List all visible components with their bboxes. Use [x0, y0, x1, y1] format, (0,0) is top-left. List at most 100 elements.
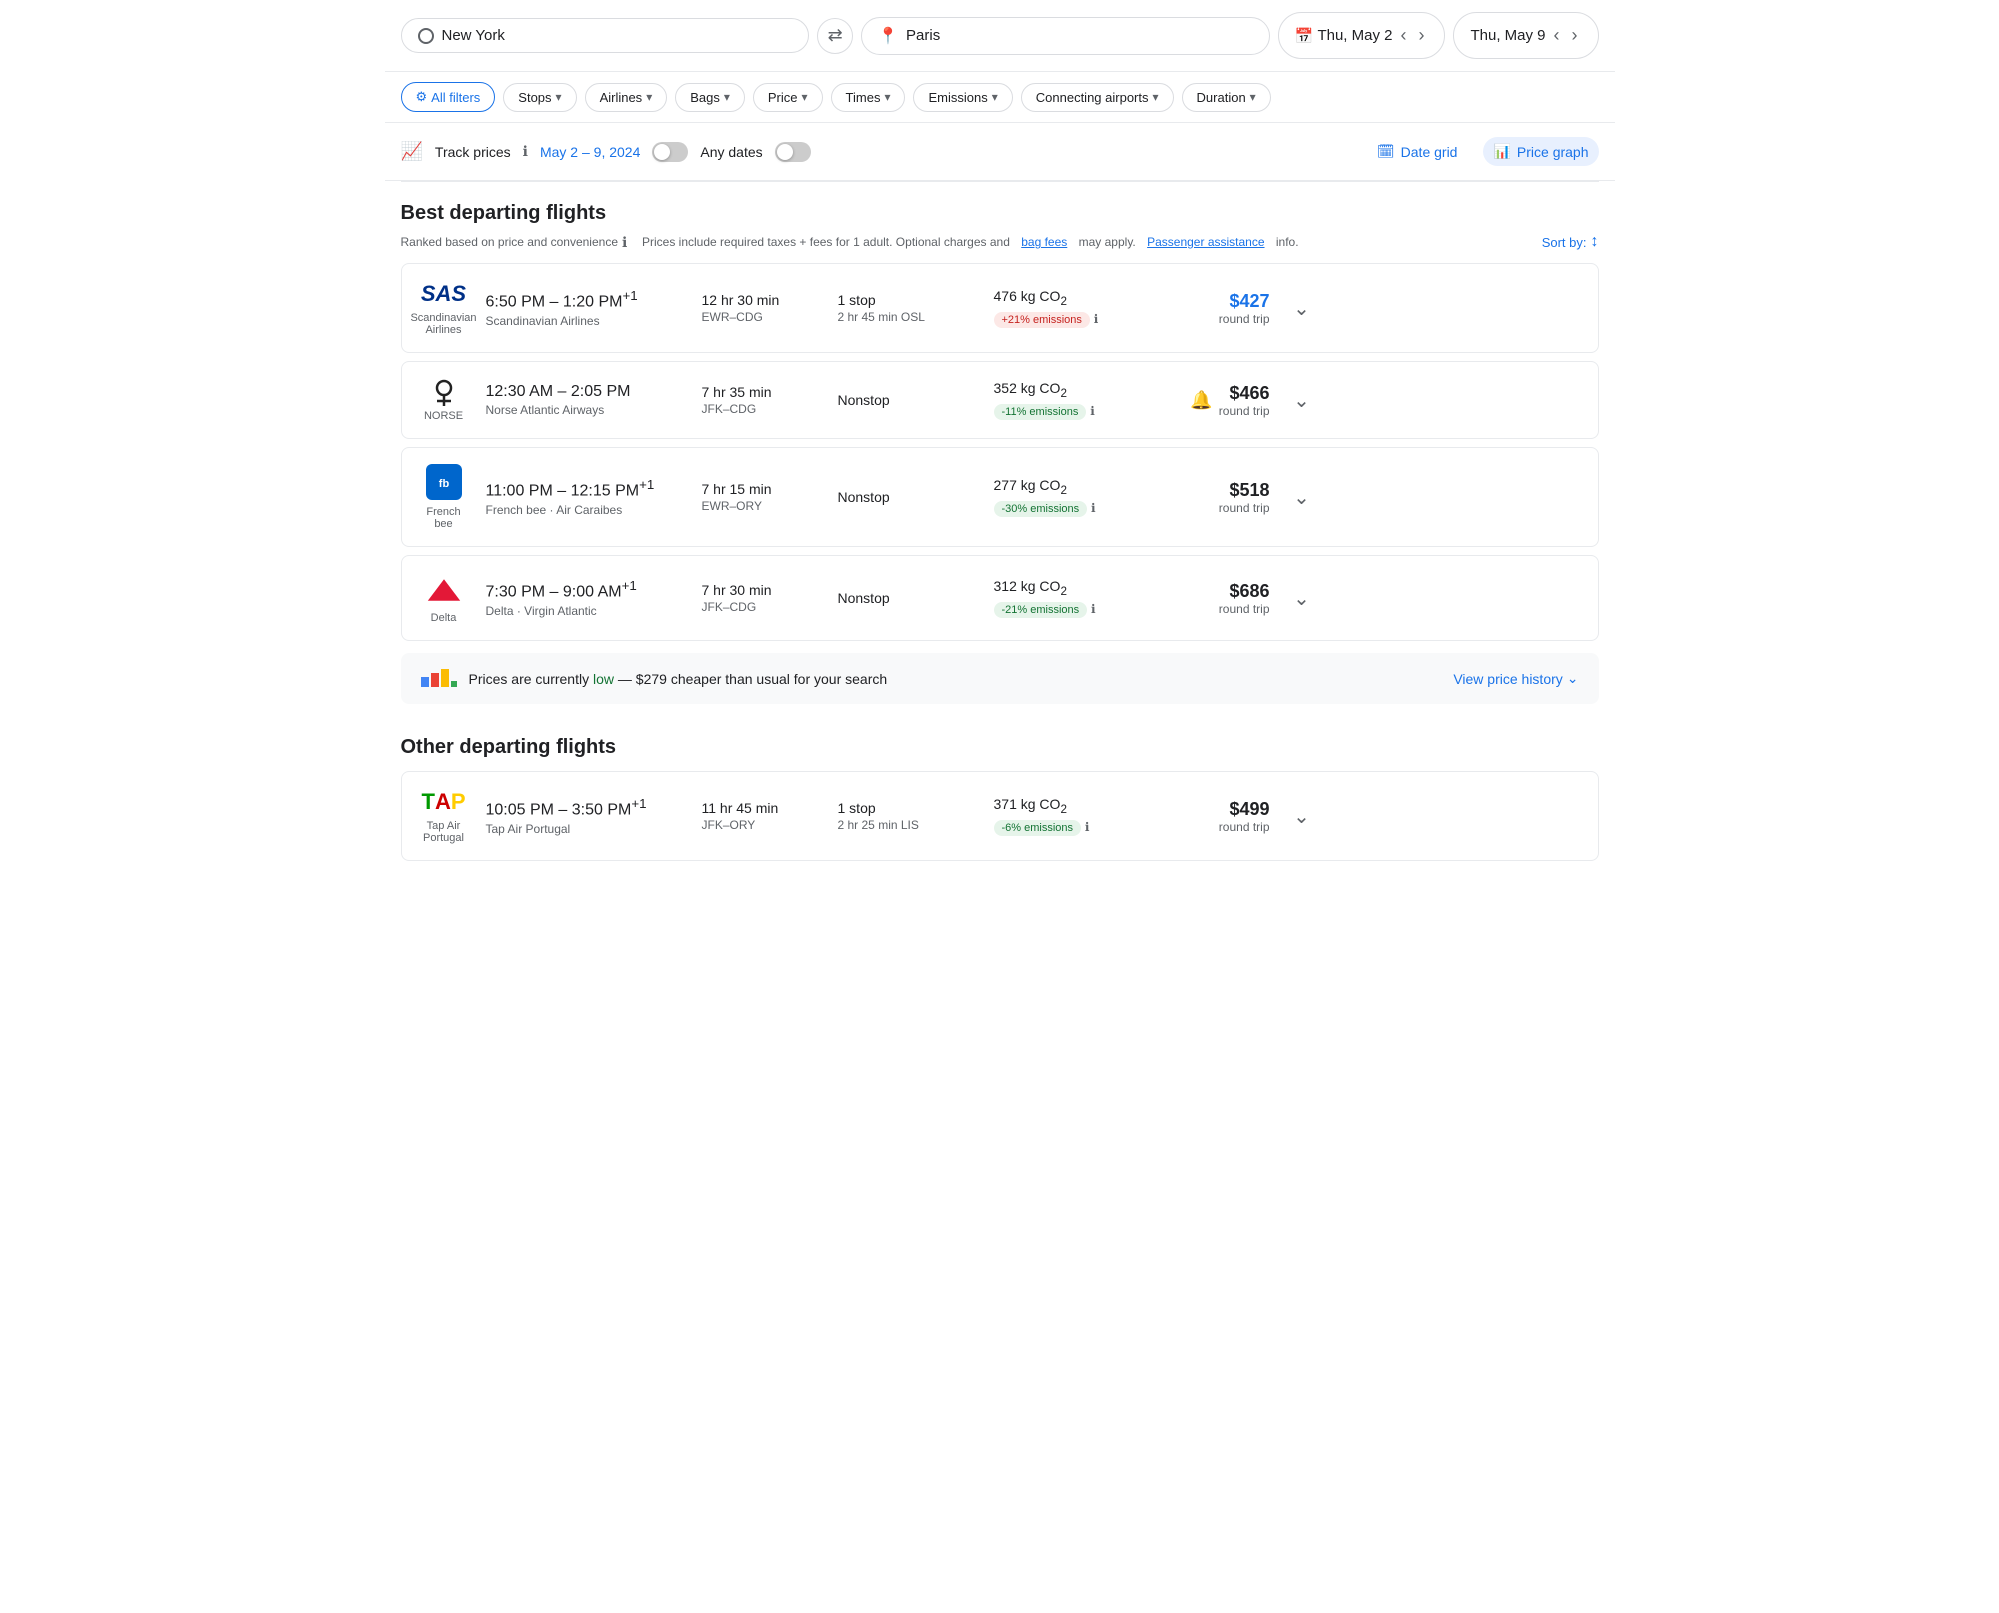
date-grid-button[interactable]: 🗓 Date grid [1367, 137, 1468, 166]
flight-emissions-sas: 476 kg CO2 +21% emissions ℹ [994, 288, 1154, 328]
chevron-down-icon: ▾ [884, 90, 890, 104]
filter-stops-button[interactable]: Stops ▾ [503, 83, 576, 112]
depart-date-prev[interactable]: ‹ [1396, 21, 1410, 50]
filter-bar: ⚙ All filters Stops ▾ Airlines ▾ Bags ▾ … [385, 72, 1615, 123]
flight-duration-delta: 7 hr 30 min JFK–CDG [702, 582, 822, 614]
track-date-range: May 2 – 9, 2024 [540, 144, 640, 160]
flight-card-sas[interactable]: SAS Scandinavian Airlines 6:50 PM – 1:20… [401, 263, 1599, 353]
filter-duration-button[interactable]: Duration ▾ [1182, 83, 1271, 112]
flight-stops-tap: 1 stop 2 hr 25 min LIS [838, 800, 978, 832]
chevron-down-icon: ▾ [802, 90, 808, 104]
flight-emissions-tap: 371 kg CO2 -6% emissions ℹ [994, 796, 1154, 836]
any-dates-toggle[interactable] [775, 142, 811, 162]
chevron-down-icon: ▾ [992, 90, 998, 104]
emissions-info-icon[interactable]: ℹ [1094, 312, 1099, 326]
flight-time-sas: 6:50 PM – 1:20 PM+1 Scandinavian Airline… [486, 288, 686, 327]
filter-airlines-button[interactable]: Airlines ▾ [585, 83, 668, 112]
best-flights-subtitle: Ranked based on price and convenience ℹ … [385, 229, 1615, 263]
depart-date-next[interactable]: › [1414, 21, 1428, 50]
other-flights-title: Other departing flights [401, 736, 1599, 759]
return-date-next[interactable]: › [1568, 21, 1582, 50]
flight-price-frenchbee: $518 round trip [1170, 480, 1270, 515]
expand-button-frenchbee[interactable]: ⌄ [1286, 481, 1318, 513]
expand-button-delta[interactable]: ⌄ [1286, 582, 1318, 614]
all-filters-button[interactable]: ⚙ All filters [401, 82, 496, 112]
filter-connecting-airports-button[interactable]: Connecting airports ▾ [1021, 83, 1174, 112]
filter-price-button[interactable]: Price ▾ [753, 83, 823, 112]
filter-emissions-button[interactable]: Emissions ▾ [913, 83, 1012, 112]
emissions-info-icon[interactable]: ℹ [1091, 602, 1096, 616]
depart-date-selector[interactable]: 📅 Thu, May 2 ‹ › [1278, 12, 1446, 59]
sort-by[interactable]: Sort by: ↕ [1542, 233, 1599, 251]
airline-logo-frenchbee: fb French bee [418, 464, 470, 530]
view-price-history-button[interactable]: View price history ⌄ [1453, 670, 1578, 687]
flight-card-frenchbee[interactable]: fb French bee 11:00 PM – 12:15 PM+1 Fren… [401, 447, 1599, 547]
bell-icon: 🔔 [1190, 390, 1212, 411]
expand-button-sas[interactable]: ⌄ [1286, 292, 1318, 324]
return-date-prev[interactable]: ‹ [1550, 21, 1564, 50]
price-notice-bar: Prices are currently low — $279 cheaper … [401, 653, 1599, 704]
bag-fees-link[interactable]: bag fees [1021, 235, 1067, 249]
flight-card-tap[interactable]: TAP Tap Air Portugal 10:05 PM – 3:50 PM+… [401, 771, 1599, 861]
chevron-down-icon: ▾ [724, 90, 730, 104]
info-icon[interactable]: ℹ [622, 234, 627, 251]
airline-logo-delta: Delta [418, 572, 470, 624]
return-date-selector[interactable]: Thu, May 9 ‹ › [1453, 12, 1598, 59]
flight-time-norse: 12:30 AM – 2:05 PM Norse Atlantic Airway… [486, 383, 686, 417]
flight-price-tap: $499 round trip [1170, 799, 1270, 834]
origin-input[interactable]: New York [401, 18, 810, 53]
flight-card-norse[interactable]: NORSE 12:30 AM – 2:05 PM Norse Atlantic … [401, 361, 1599, 439]
best-flights-title: Best departing flights [401, 202, 1599, 225]
best-flights-header: Best departing flights [385, 182, 1615, 229]
track-prices-toggle[interactable] [652, 142, 688, 162]
flight-duration-sas: 12 hr 30 min EWR–CDG [702, 292, 822, 324]
flight-time-delta: 7:30 PM – 9:00 AM+1 Delta · Virgin Atlan… [486, 578, 686, 617]
price-notice-text: Prices are currently low — $279 cheaper … [469, 671, 1442, 687]
calendar-icon: 📅 [1295, 27, 1314, 45]
best-flights-list: SAS Scandinavian Airlines 6:50 PM – 1:20… [385, 263, 1615, 641]
filter-times-button[interactable]: Times ▾ [831, 83, 906, 112]
emissions-info-icon[interactable]: ℹ [1085, 820, 1090, 834]
flight-stops-sas: 1 stop 2 hr 45 min OSL [838, 292, 978, 324]
track-prices-label: Track prices [435, 144, 511, 160]
price-graph-button[interactable]: 📊 Price graph [1483, 137, 1598, 166]
flight-stops-norse: Nonstop [838, 392, 978, 408]
search-bar: New York ⇄ 📍 Paris 📅 Thu, May 2 ‹ › Thu,… [385, 0, 1615, 72]
track-prices-icon: 📈 [401, 141, 423, 162]
destination-value: Paris [906, 27, 940, 44]
filter-bags-button[interactable]: Bags ▾ [675, 83, 745, 112]
expand-button-tap[interactable]: ⌄ [1286, 800, 1318, 832]
price-bar-icon [421, 667, 457, 690]
info-icon[interactable]: ℹ [523, 143, 528, 160]
date-grid-label: Date grid [1401, 144, 1458, 160]
flight-emissions-frenchbee: 277 kg CO2 -30% emissions ℹ [994, 477, 1154, 517]
flight-duration-norse: 7 hr 35 min JFK–CDG [702, 384, 822, 416]
flight-time-tap: 10:05 PM – 3:50 PM+1 Tap Air Portugal [486, 796, 686, 835]
passenger-assistance-link[interactable]: Passenger assistance [1147, 235, 1264, 249]
flight-duration-frenchbee: 7 hr 15 min EWR–ORY [702, 481, 822, 513]
chevron-down-icon: ▾ [1250, 90, 1256, 104]
price-graph-label: Price graph [1517, 144, 1589, 160]
origin-value: New York [442, 27, 505, 44]
sort-icon: ↕ [1591, 233, 1599, 251]
airline-logo-norse: NORSE [418, 378, 470, 422]
flight-card-delta[interactable]: Delta 7:30 PM – 9:00 AM+1 Delta · Virgin… [401, 555, 1599, 641]
swap-button[interactable]: ⇄ [817, 18, 853, 54]
chevron-down-icon: ⌄ [1567, 670, 1579, 687]
destination-input[interactable]: 📍 Paris [861, 17, 1270, 55]
emissions-info-icon[interactable]: ℹ [1090, 404, 1095, 418]
any-dates-label: Any dates [700, 144, 762, 160]
filter-sliders-icon: ⚙ [416, 89, 428, 105]
origin-circle-icon [418, 28, 434, 44]
grid-icon: 🗓 [1377, 143, 1395, 160]
flight-price-norse: 🔔 $466 round trip [1170, 383, 1270, 418]
emissions-info-icon[interactable]: ℹ [1091, 501, 1096, 515]
depart-date: Thu, May 2 [1317, 27, 1392, 44]
expand-button-norse[interactable]: ⌄ [1286, 384, 1318, 416]
chevron-down-icon: ▾ [556, 90, 562, 104]
graph-icon: 📊 [1493, 143, 1510, 160]
flight-duration-tap: 11 hr 45 min JFK–ORY [702, 800, 822, 832]
flight-stops-delta: Nonstop [838, 590, 978, 606]
airline-logo-sas: SAS Scandinavian Airlines [418, 280, 470, 336]
chevron-down-icon: ▾ [646, 90, 652, 104]
